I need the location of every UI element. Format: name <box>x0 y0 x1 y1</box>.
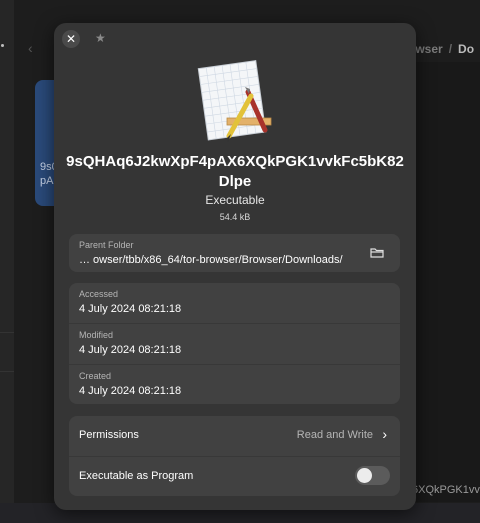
permissions-label: Permissions <box>79 429 139 441</box>
file-name-label-bg: 6XQkPGK1vv <box>412 484 480 496</box>
modified-label: Modified <box>79 330 114 340</box>
menu-dot-icon <box>1 44 4 47</box>
breadcrumb-separator: / <box>448 42 453 56</box>
close-icon: ✕ <box>65 32 77 46</box>
parent-folder-label: Parent Folder <box>79 240 134 250</box>
row-divider <box>69 364 400 365</box>
modified-value: 4 July 2024 08:21:18 <box>79 344 182 356</box>
folder-icon[interactable] <box>370 247 384 258</box>
executable-toggle[interactable] <box>355 466 390 485</box>
sidebar-divider <box>0 332 14 333</box>
accessed-label: Accessed <box>79 289 119 299</box>
chevron-right-icon[interactable]: › <box>382 426 387 442</box>
accessed-value: 4 July 2024 08:21:18 <box>79 303 182 315</box>
sidebar-divider <box>0 371 14 372</box>
parent-folder-row[interactable]: Parent Folder … owser/tbb/x86_64/tor-bro… <box>69 234 400 272</box>
right-pane <box>416 62 480 502</box>
dates-card: Accessed 4 July 2024 08:21:18 Modified 4… <box>69 283 400 404</box>
back-icon[interactable]: ‹ <box>28 40 33 56</box>
properties-dialog: ✕ ★ 9sQHAq6J2kwXpF4pAX6XQkPGK1vvkFc5bK82… <box>54 23 416 510</box>
star-button[interactable]: ★ <box>95 31 106 45</box>
created-value: 4 July 2024 08:21:18 <box>79 385 182 397</box>
permissions-card: Permissions Read and Write › Executable … <box>69 416 400 496</box>
file-name: 9sQHAq6J2kwXpF4pAX6XQkPGK1vvkFc5bK82Dlpe <box>66 153 404 190</box>
breadcrumb-current[interactable]: Do <box>458 42 474 56</box>
breadcrumb: owser / Do <box>408 42 474 56</box>
row-divider <box>69 323 400 324</box>
star-icon: ★ <box>95 31 106 45</box>
permissions-value[interactable]: Read and Write <box>297 429 373 441</box>
file-size: 54.4 kB <box>219 212 251 222</box>
created-label: Created <box>79 371 112 381</box>
executable-file-icon <box>197 60 272 142</box>
file-type: Executable <box>205 193 265 207</box>
executable-label: Executable as Program <box>79 470 194 482</box>
sidebar <box>0 0 14 523</box>
row-divider <box>69 456 400 457</box>
close-button[interactable]: ✕ <box>62 30 80 48</box>
toggle-knob <box>357 468 372 483</box>
parent-folder-path: … owser/tbb/x86_64/tor-browser/Browser/D… <box>79 254 343 266</box>
